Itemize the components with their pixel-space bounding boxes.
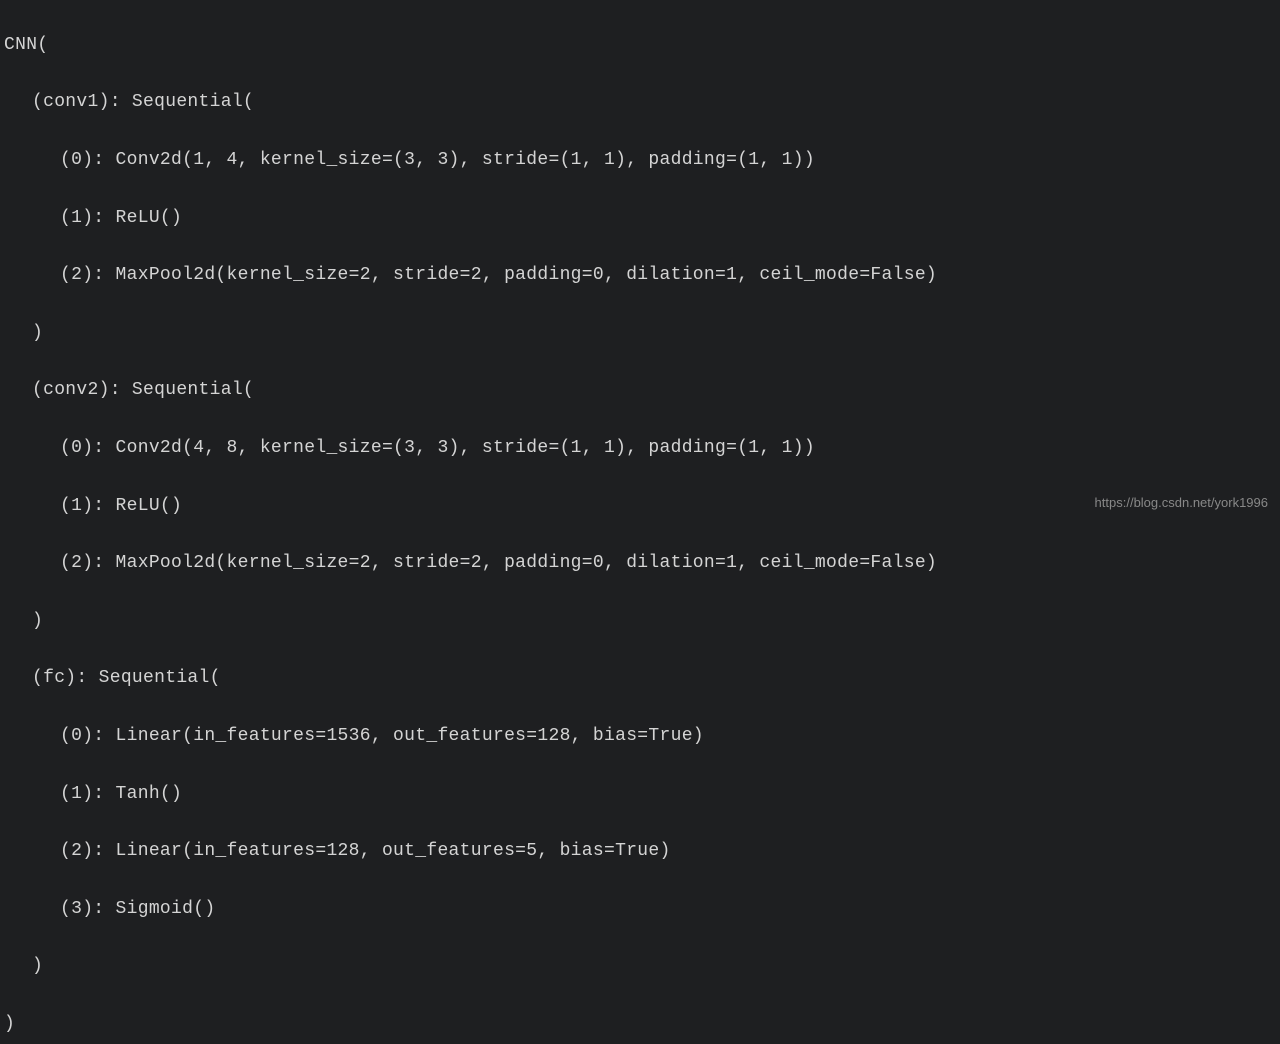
code-line: CNN( xyxy=(4,31,1276,60)
watermark-text: https://blog.csdn.net/york1996 xyxy=(1095,493,1268,514)
code-line: (3): Sigmoid() xyxy=(4,895,1276,924)
code-line: ) xyxy=(4,1010,1276,1039)
code-line: (0): Conv2d(4, 8, kernel_size=(3, 3), st… xyxy=(4,434,1276,463)
model-summary-output: CNN( (conv1): Sequential( (0): Conv2d(1,… xyxy=(4,2,1276,1044)
code-line: (1): ReLU() xyxy=(4,492,1276,521)
code-line: ) xyxy=(4,607,1276,636)
code-line: (1): Tanh() xyxy=(4,780,1276,809)
code-line: (2): MaxPool2d(kernel_size=2, stride=2, … xyxy=(4,261,1276,290)
code-line: (2): MaxPool2d(kernel_size=2, stride=2, … xyxy=(4,549,1276,578)
code-line: (0): Linear(in_features=1536, out_featur… xyxy=(4,722,1276,751)
code-line: (0): Conv2d(1, 4, kernel_size=(3, 3), st… xyxy=(4,146,1276,175)
code-line: (conv2): Sequential( xyxy=(4,376,1276,405)
code-line: (fc): Sequential( xyxy=(4,664,1276,693)
code-line: (1): ReLU() xyxy=(4,204,1276,233)
code-line: ) xyxy=(4,952,1276,981)
code-line: ) xyxy=(4,319,1276,348)
code-line: (conv1): Sequential( xyxy=(4,88,1276,117)
code-line: (2): Linear(in_features=128, out_feature… xyxy=(4,837,1276,866)
